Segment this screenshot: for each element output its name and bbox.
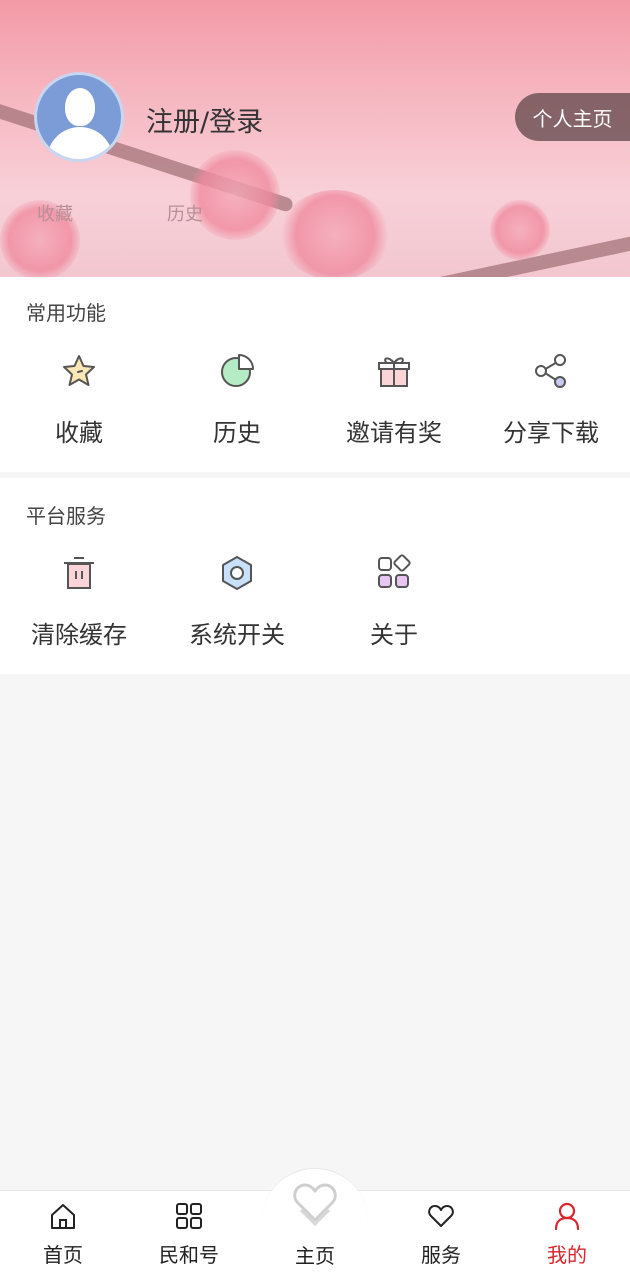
favorites-item[interactable]: 收藏 [0, 351, 158, 448]
section-title: 平台服务 [26, 504, 106, 528]
invite-reward-item[interactable]: 邀请有奖 [315, 351, 473, 448]
platform-services-section: 平台服务 清除缓存 系统开关 关于 [0, 478, 630, 674]
pie-chart-icon [221, 354, 254, 387]
clear-cache-item[interactable]: 清除缓存 [0, 553, 158, 650]
blossom-decoration [490, 200, 550, 260]
blossom-decoration [190, 150, 280, 240]
item-label: 清除缓存 [31, 621, 127, 649]
tab-minhe[interactable]: 民和号 [126, 1201, 252, 1268]
stat-history[interactable]: 历史 [167, 200, 203, 226]
item-label: 收藏 [55, 419, 103, 447]
heart-outline-icon [293, 1183, 337, 1227]
item-label: 分享下载 [503, 419, 599, 447]
tab-label: 我的 [547, 1243, 587, 1267]
settings-hexagon-icon [222, 556, 252, 590]
avatar-body [47, 127, 113, 159]
item-label: 系统开关 [189, 621, 285, 649]
home-icon [51, 1204, 75, 1229]
avatar[interactable] [34, 72, 124, 162]
user-icon [554, 1202, 580, 1231]
stat-favorites[interactable]: 收藏 [37, 200, 73, 226]
tab-main[interactable]: 主页 [262, 1180, 368, 1269]
grid-icon [176, 1203, 202, 1229]
apps-icon [378, 554, 411, 588]
common-functions-section: 常用功能 收藏 历史 邀请有奖 分享下载 [0, 277, 630, 472]
section-title: 常用功能 [26, 301, 106, 325]
gift-icon [378, 357, 410, 387]
item-label: 历史 [213, 419, 261, 447]
tab-home[interactable]: 首页 [0, 1201, 126, 1268]
blossom-decoration [280, 190, 390, 277]
avatar-head [65, 88, 95, 126]
item-label: 邀请有奖 [346, 419, 442, 447]
login-link[interactable]: 注册/登录 [146, 100, 263, 139]
trash-icon [64, 557, 94, 589]
tab-label: 主页 [295, 1244, 335, 1268]
system-switch-item[interactable]: 系统开关 [158, 553, 316, 650]
item-label: 关于 [370, 621, 418, 649]
tab-label: 首页 [43, 1243, 83, 1267]
share-icon [535, 354, 566, 388]
tab-label: 民和号 [159, 1243, 219, 1267]
star-icon [63, 355, 95, 386]
profile-header: 注册/登录 个人主页 收藏 历史 [0, 0, 630, 277]
share-download-item[interactable]: 分享下载 [472, 351, 630, 448]
heart-icon [428, 1205, 454, 1227]
about-item[interactable]: 关于 [315, 553, 473, 650]
tab-service[interactable]: 服务 [378, 1201, 504, 1268]
tab-label: 服务 [421, 1243, 461, 1267]
history-item[interactable]: 历史 [158, 351, 316, 448]
tab-mine[interactable]: 我的 [504, 1201, 630, 1268]
personal-home-button[interactable]: 个人主页 [515, 93, 630, 141]
